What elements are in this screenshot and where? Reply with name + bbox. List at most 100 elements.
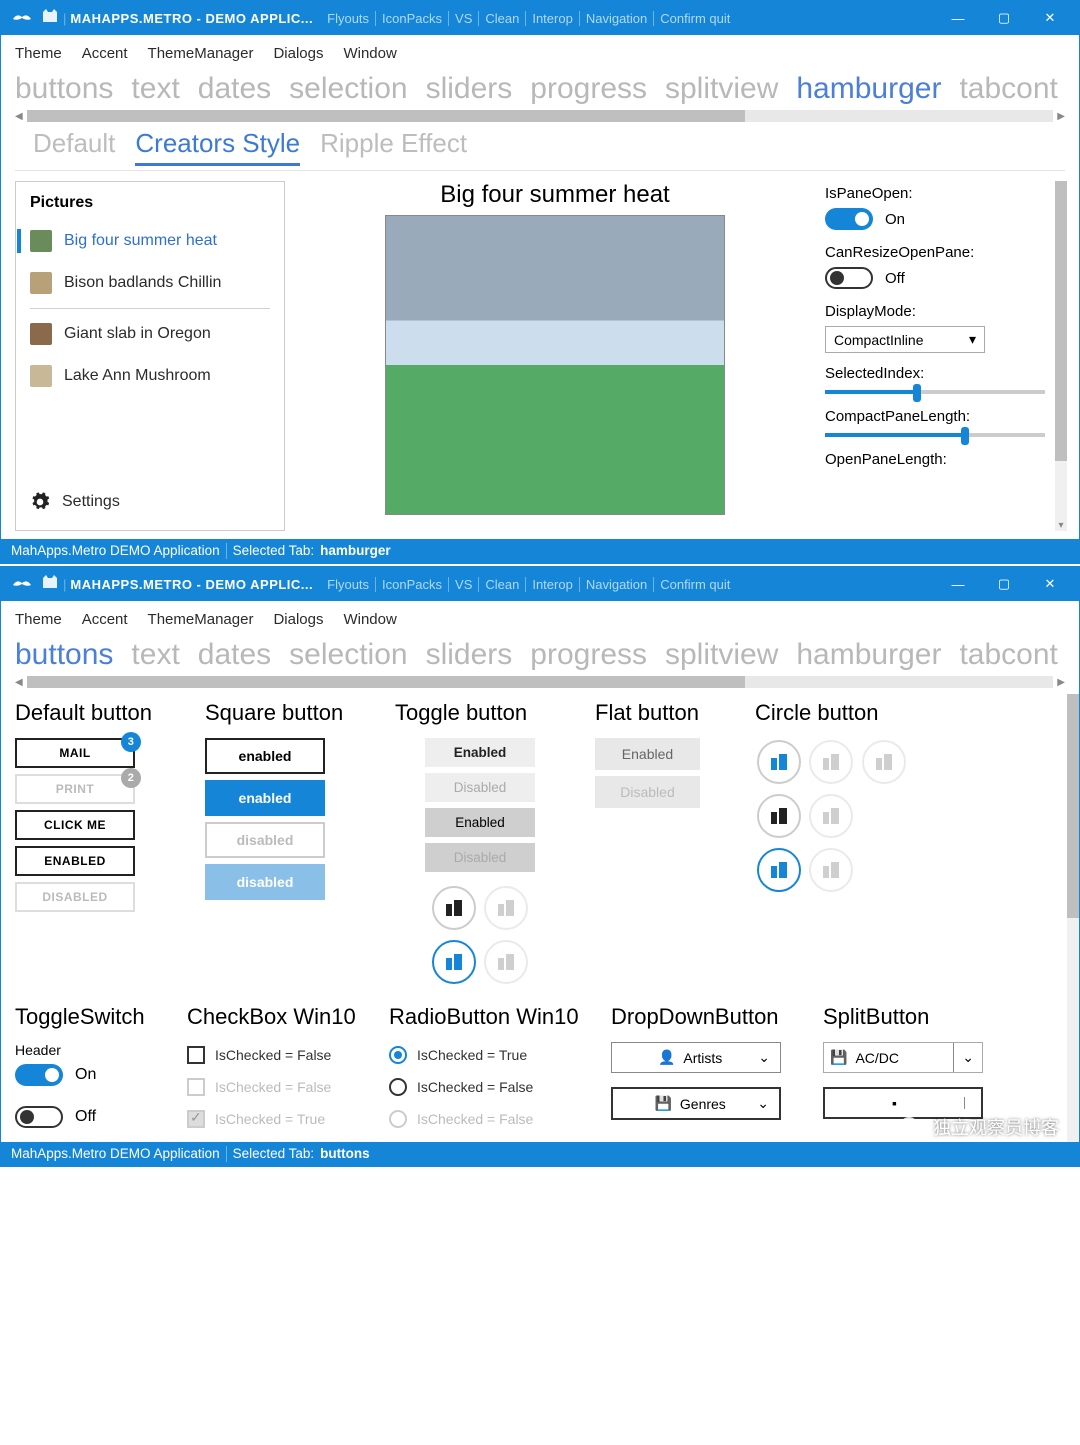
toggle-button[interactable]: Enabled [425,808,535,837]
tab-selection[interactable]: selection [289,72,407,106]
selectedindex-slider[interactable] [825,390,1045,394]
tb-link-iconpacks[interactable]: IconPacks [375,11,448,26]
menu-theme[interactable]: Theme [15,611,62,628]
tab-text[interactable]: text [131,72,179,106]
circle-button[interactable] [432,940,476,984]
tab-sliders[interactable]: sliders [426,638,513,672]
circle-button[interactable] [432,886,476,930]
menu-theme[interactable]: Theme [15,45,62,62]
tab-hamburger[interactable]: hamburger [796,638,941,672]
menu-thememanager[interactable]: ThemeManager [148,611,254,628]
list-item[interactable]: Giant slab in Oregon [16,313,284,355]
square-button[interactable]: enabled [205,780,325,816]
list-item[interactable]: Big four summer heat [16,220,284,262]
vertical-scrollbar[interactable] [1067,694,1079,1142]
close-button[interactable]: ✕ [1027,567,1073,601]
minimize-button[interactable]: — [935,567,981,601]
tab-buttons[interactable]: buttons [15,72,113,106]
tab-text[interactable]: text [131,638,179,672]
tb-link-interop[interactable]: Interop [525,11,578,26]
toggleswitch-header: Header [15,1042,165,1058]
checkbox[interactable] [187,1046,205,1064]
maximize-button[interactable]: ▢ [981,567,1027,601]
circle-button [862,740,906,784]
scroll-right-icon[interactable]: ▶ [1057,111,1065,122]
tab-buttons[interactable]: buttons [15,638,113,672]
tb-link-vs[interactable]: VS [448,11,478,26]
maximize-button[interactable]: ▢ [981,1,1027,35]
section-title: Circle button [755,700,935,726]
compactpanelength-slider[interactable] [825,433,1045,437]
dropdown-artists[interactable]: 👤Artists⌄ [611,1042,781,1073]
tab-progress[interactable]: progress [530,638,647,672]
menu-window[interactable]: Window [343,45,396,62]
tab-selection[interactable]: selection [289,638,407,672]
vertical-scrollbar[interactable]: ▾ [1055,181,1067,531]
toggle-button[interactable]: Enabled [425,738,535,767]
enabled-button[interactable]: ENABLED [15,846,135,876]
tab-tabcontrol[interactable]: tabcont [959,72,1057,106]
close-button[interactable]: ✕ [1027,1,1073,35]
clickme-button[interactable]: CLICK ME [15,810,135,840]
toggle-state: On [75,1066,96,1084]
minimize-button[interactable]: — [935,1,981,35]
flat-button[interactable]: Enabled [595,738,700,770]
circle-button[interactable] [757,794,801,838]
chevron-down-icon[interactable]: ⌄ [953,1043,982,1072]
ispaneopen-toggle[interactable] [825,208,873,230]
toggleswitch-off[interactable] [15,1106,63,1128]
mail-button[interactable]: MAIL3 [15,738,135,768]
tb-link-flyouts[interactable]: Flyouts [321,11,375,26]
tab-scrollbar[interactable]: ◀ ▶ [15,676,1065,688]
tab-splitview[interactable]: splitview [665,72,778,106]
tab-dates[interactable]: dates [198,638,271,672]
menu-dialogs[interactable]: Dialogs [273,611,323,628]
tb-link-iconpacks[interactable]: IconPacks [375,577,448,592]
splitbutton-acdc[interactable]: 💾AC/DC⌄ [823,1042,983,1073]
tb-link-interop[interactable]: Interop [525,577,578,592]
menu-accent[interactable]: Accent [82,611,128,628]
tab-hamburger[interactable]: hamburger [796,72,941,106]
menu-accent[interactable]: Accent [82,45,128,62]
menu-dialogs[interactable]: Dialogs [273,45,323,62]
tb-link-clean[interactable]: Clean [478,577,525,592]
circle-button[interactable] [757,740,801,784]
tb-link-clean[interactable]: Clean [478,11,525,26]
tb-link-confirmquit[interactable]: Confirm quit [653,11,736,26]
subtab-default[interactable]: Default [33,128,115,166]
circle-button[interactable] [757,848,801,892]
chevron-down-icon[interactable]: ▾ [1055,520,1067,531]
displaymode-combo[interactable]: CompactInline▾ [825,326,985,353]
tb-link-confirmquit[interactable]: Confirm quit [653,577,736,592]
scroll-left-icon[interactable]: ◀ [15,111,23,122]
list-item-label: Giant slab in Oregon [64,325,211,343]
dropdown-genres[interactable]: 💾Genres⌄ [611,1087,781,1120]
list-item[interactable]: Lake Ann Mushroom [16,355,284,397]
subtab-ripple[interactable]: Ripple Effect [320,128,467,166]
tb-link-navigation[interactable]: Navigation [579,577,653,592]
scroll-left-icon[interactable]: ◀ [15,677,23,688]
tab-splitview[interactable]: splitview [665,638,778,672]
toggle-button: Disabled [425,843,535,872]
radio-button[interactable] [389,1046,407,1064]
subtab-creators[interactable]: Creators Style [135,128,300,166]
scroll-right-icon[interactable]: ▶ [1057,677,1065,688]
settings-item[interactable]: Settings [16,482,284,522]
tab-scrollbar[interactable]: ◀ ▶ [15,110,1065,122]
menu-window[interactable]: Window [343,611,396,628]
menu-thememanager[interactable]: ThemeManager [148,45,254,62]
tab-dates[interactable]: dates [198,72,271,106]
tb-link-flyouts[interactable]: Flyouts [321,577,375,592]
chevron-down-icon[interactable] [964,1097,981,1109]
radio-button[interactable] [389,1078,407,1096]
tab-tabcontrol[interactable]: tabcont [959,638,1057,672]
toggleswitch-on[interactable] [15,1064,63,1086]
tab-progress[interactable]: progress [530,72,647,106]
person-icon: 👤 [658,1049,675,1066]
tb-link-vs[interactable]: VS [448,577,478,592]
tab-sliders[interactable]: sliders [426,72,513,106]
canresize-toggle[interactable] [825,267,873,289]
list-item[interactable]: Bison badlands Chillin [16,262,284,304]
tb-link-navigation[interactable]: Navigation [579,11,653,26]
square-button[interactable]: enabled [205,738,325,774]
